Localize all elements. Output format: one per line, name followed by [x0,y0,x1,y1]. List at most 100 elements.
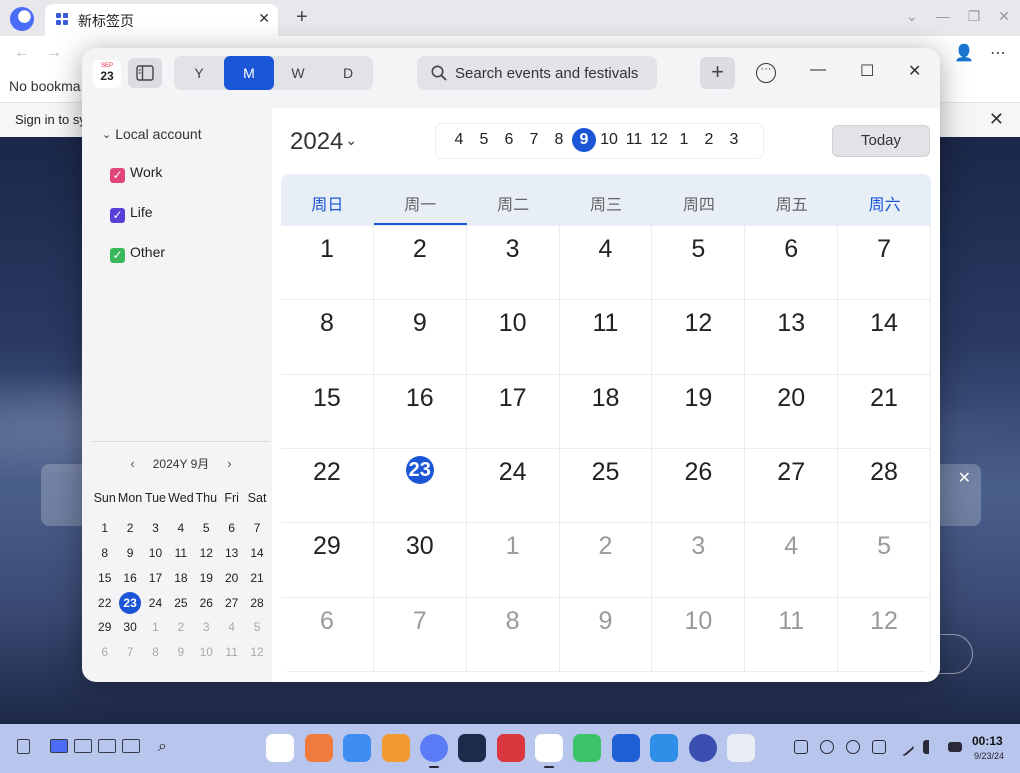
month-button[interactable]: 11 [622,131,646,149]
chevron-down-icon[interactable]: ⌄ [906,8,918,25]
day-cell[interactable]: 5 [652,226,746,301]
day-cell[interactable]: 30 [373,523,467,598]
calendar-icon[interactable] [535,734,563,762]
browser-icon[interactable] [420,734,448,762]
day-cell[interactable]: 25 [559,449,653,524]
month-button[interactable]: 2 [697,131,721,149]
mini-day[interactable]: 23 [117,591,142,614]
workspace-1-icon[interactable] [50,739,68,753]
day-cell[interactable]: 11 [559,300,653,375]
mini-day[interactable]: 1 [143,620,168,634]
day-cell[interactable]: 3 [466,226,560,301]
mini-day[interactable]: 15 [92,571,117,585]
clock-date[interactable]: 9/23/24 [974,751,1004,761]
day-cell[interactable]: 9 [559,597,653,672]
close-icon[interactable]: ✕ [958,468,971,488]
mini-day[interactable]: 24 [143,596,168,610]
forward-icon[interactable]: → [46,44,62,62]
clock-time[interactable]: 00:13 [972,734,1003,748]
mini-day[interactable]: 4 [168,521,193,535]
network-icon[interactable] [872,740,886,754]
mini-day[interactable]: 14 [244,546,269,560]
play-icon[interactable] [846,740,860,754]
settings-icon[interactable] [689,734,717,762]
music-icon[interactable] [573,734,601,762]
day-cell[interactable]: 21 [838,374,931,449]
account-header[interactable]: ⌄ Local account [102,126,202,142]
checkbox-icon[interactable]: ✓ [110,168,125,183]
day-cell[interactable]: 16 [373,374,467,449]
mini-day[interactable]: 11 [219,645,244,659]
day-cell[interactable]: 7 [373,597,467,672]
mini-day[interactable]: 26 [194,596,219,610]
search-input[interactable] [455,56,650,90]
mini-day[interactable]: 19 [194,571,219,585]
mini-day[interactable]: 9 [117,546,142,560]
calendar-item[interactable]: ✓ Other [110,244,165,263]
day-cell[interactable]: 13 [745,300,839,375]
day-cell[interactable]: 28 [838,449,931,524]
month-button[interactable]: 1 [672,131,696,149]
today-button[interactable]: Today [832,125,930,157]
day-cell[interactable]: 4 [745,523,839,598]
month-button[interactable]: 12 [647,131,671,149]
mini-day[interactable]: 16 [117,571,142,585]
day-cell[interactable]: 9 [373,300,467,375]
day-cell[interactable]: 18 [559,374,653,449]
day-cell[interactable]: 11 [745,597,839,672]
terminal-icon[interactable] [497,734,525,762]
mini-day[interactable]: 4 [219,620,244,634]
day-cell[interactable]: 6 [745,226,839,301]
battery-icon[interactable] [948,742,962,752]
workspace-2-icon[interactable] [74,739,92,753]
day-cell[interactable]: 5 [838,523,931,598]
profile-icon[interactable]: 👤 [954,43,974,63]
close-icon[interactable]: ✕ [998,8,1010,25]
back-icon[interactable]: ← [14,44,30,62]
keyboard-icon[interactable] [794,740,808,754]
mini-day[interactable]: 27 [219,596,244,610]
mini-day[interactable]: 17 [143,571,168,585]
day-cell[interactable]: 10 [466,300,560,375]
day-cell[interactable]: 24 [466,449,560,524]
mini-day[interactable]: 8 [143,645,168,659]
clipboard-icon[interactable] [17,739,30,754]
more-options-icon[interactable]: ··· [756,63,776,83]
tab-close-icon[interactable]: ✕ [258,10,270,27]
day-cell[interactable]: 7 [838,226,931,301]
mini-day[interactable]: 18 [168,571,193,585]
workspace-4-icon[interactable] [122,739,140,753]
month-button[interactable]: 4 [447,131,471,149]
multitask-icon[interactable] [305,734,333,762]
app-store-icon[interactable] [382,734,410,762]
day-cell[interactable]: 8 [281,300,374,375]
mini-day[interactable]: 7 [117,645,142,659]
day-cell[interactable]: 14 [838,300,931,375]
day-cell[interactable]: 12 [652,300,746,375]
day-cell[interactable]: 6 [281,597,374,672]
checkbox-icon[interactable]: ✓ [110,208,125,223]
mini-day[interactable]: 21 [244,571,269,585]
year-selector[interactable]: 2024 ⌄ [290,128,357,156]
maximize-icon[interactable]: ❐ [968,8,981,25]
mini-day[interactable]: 11 [168,546,193,560]
mini-day[interactable]: 29 [92,620,117,634]
workspace-3-icon[interactable] [98,739,116,753]
view-week-button[interactable]: W [273,56,323,90]
mini-day[interactable]: 8 [92,546,117,560]
calendar-item[interactable]: ✓ Life [110,204,153,223]
view-month-button[interactable]: M [224,56,274,90]
search-icon[interactable]: ⌕ [158,738,167,756]
mini-day[interactable]: 6 [92,645,117,659]
month-button[interactable]: 9 [572,128,596,152]
mini-day[interactable]: 1 [92,521,117,535]
day-cell[interactable]: 19 [652,374,746,449]
month-button[interactable]: 10 [597,131,621,149]
new-tab-button[interactable]: + [296,7,308,27]
day-cell[interactable]: 1 [466,523,560,598]
mini-day[interactable]: 3 [194,620,219,634]
more-icon[interactable]: ⋯ [990,43,1006,63]
checkbox-icon[interactable]: ✓ [110,248,125,263]
board-icon[interactable] [612,734,640,762]
minimize-icon[interactable]: — [936,8,950,25]
